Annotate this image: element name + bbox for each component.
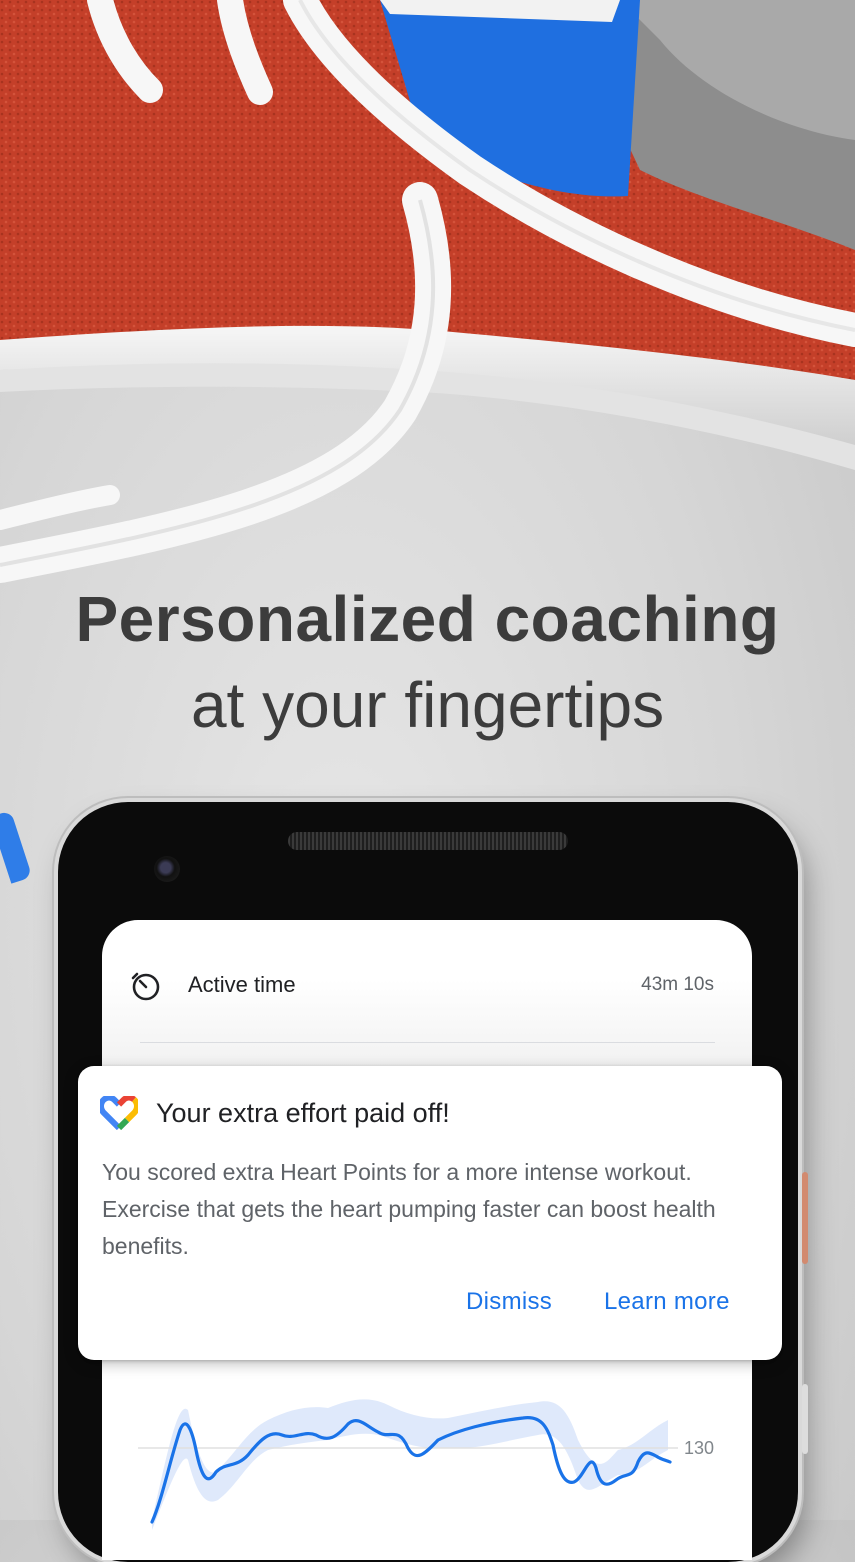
heart-rate-chart: 130 [138,1399,714,1530]
timer-icon [131,972,160,1001]
notification-body: You scored extra Heart Points for a more… [102,1159,716,1259]
notification-card: Your extra effort paid off! You scored e… [78,1066,782,1360]
active-time-label: Active time [188,972,296,997]
chart-axis-label: 130 [684,1438,714,1458]
lace-tip-decoration [0,810,33,884]
dismiss-button[interactable]: Dismiss [466,1288,552,1316]
front-camera-icon [154,856,180,882]
headline-title: Personalized coaching [75,583,780,655]
phone-volume-button [802,1384,808,1454]
notification-title: Your extra effort paid off! [156,1098,450,1128]
phone-speaker [288,832,568,850]
active-time-value: 43m 10s [641,974,714,995]
learn-more-button[interactable]: Learn more [604,1288,730,1316]
phone-power-button [802,1172,808,1264]
active-time-row[interactable]: Active time 43m 10s [102,960,752,1012]
headline-subtitle: at your fingertips [190,669,665,741]
divider [140,1042,715,1043]
google-fit-heart-icon [100,1096,138,1130]
sneaker-illustration [0,0,855,583]
